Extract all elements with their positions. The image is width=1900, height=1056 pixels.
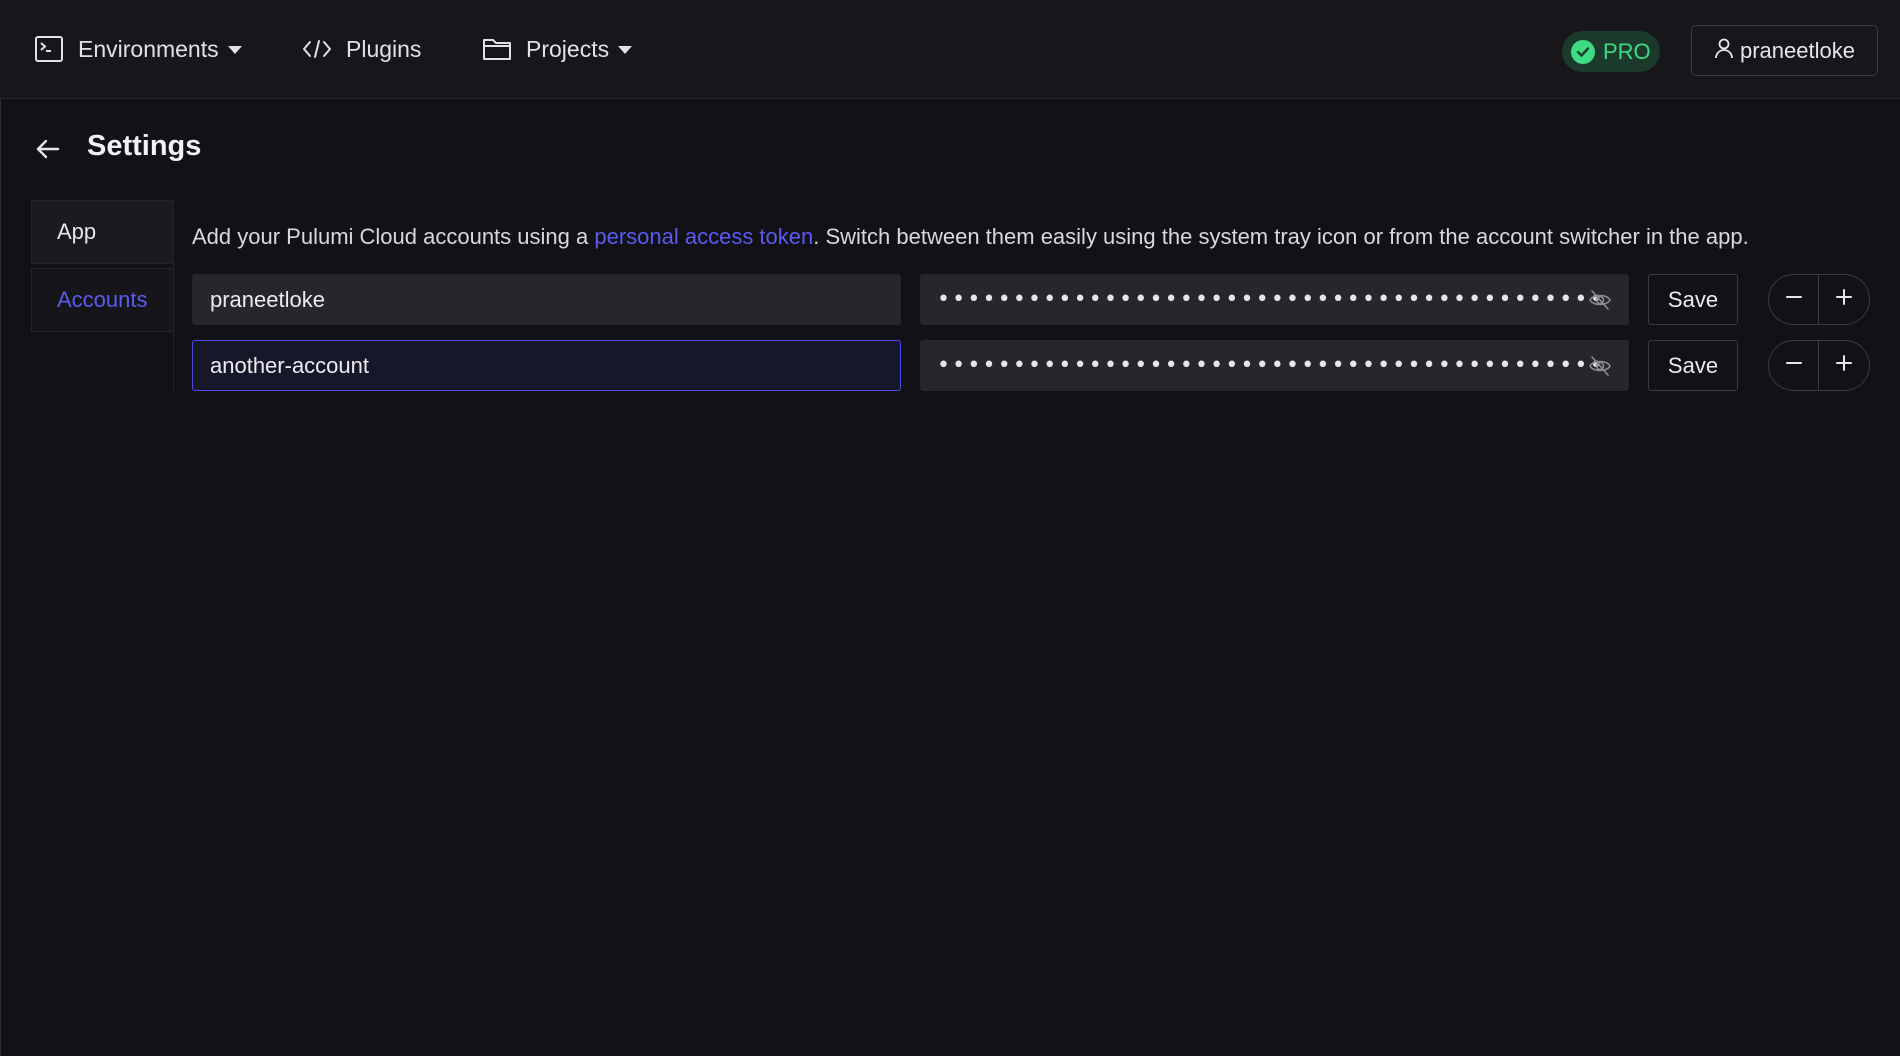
account-name-input[interactable] (192, 340, 901, 391)
folder-icon (482, 36, 512, 62)
user-account-button[interactable]: praneetloke (1691, 25, 1878, 76)
top-navigation-bar: Environments Plugins Projects PRO pranee… (0, 0, 1900, 99)
description-text: . Switch between them easily using the s… (813, 224, 1749, 249)
accounts-description: Add your Pulumi Cloud accounts using a p… (192, 224, 1749, 250)
plugins-label: Plugins (346, 35, 422, 62)
add-account-button[interactable] (1819, 275, 1869, 324)
access-token-field[interactable]: ••••••••••••••••••••••••••••••••••••••••… (920, 274, 1629, 325)
remove-account-button[interactable] (1769, 341, 1819, 390)
minus-icon (1785, 288, 1803, 311)
save-button[interactable]: Save (1648, 274, 1738, 325)
environments-label: Environments (78, 35, 219, 62)
remove-account-button[interactable] (1769, 275, 1819, 324)
minus-icon (1785, 354, 1803, 377)
pro-label: PRO (1603, 38, 1651, 64)
access-token-field[interactable]: ••••••••••••••••••••••••••••••••••••••••… (920, 340, 1629, 391)
chevron-down-icon (618, 46, 633, 54)
description-text: Add your Pulumi Cloud accounts using a (192, 224, 595, 249)
account-row: ••••••••••••••••••••••••••••••••••••••••… (0, 340, 1900, 392)
save-button[interactable]: Save (1648, 340, 1738, 391)
projects-label: Projects (526, 35, 610, 62)
code-icon (302, 37, 332, 61)
token-masked-value: ••••••••••••••••••••••••••••••••••••••••… (937, 352, 1605, 378)
arrow-left-icon (33, 139, 63, 168)
account-name-input[interactable] (192, 274, 901, 325)
token-masked-value: ••••••••••••••••••••••••••••••••••••••••… (937, 286, 1605, 312)
terminal-icon (34, 35, 64, 63)
sidebar-item-app[interactable]: App (31, 200, 174, 264)
sidebar-item-label: App (57, 219, 97, 244)
window-edge (0, 0, 1, 1056)
account-row-stepper (1768, 274, 1870, 325)
environments-menu[interactable]: Environments (34, 30, 242, 68)
page-title: Settings (87, 130, 202, 162)
chevron-down-icon (227, 46, 242, 54)
eye-off-icon[interactable] (1588, 355, 1612, 377)
personal-access-token-link[interactable]: personal access token (594, 224, 813, 249)
check-circle-icon (1571, 39, 1595, 64)
user-icon (1714, 37, 1740, 65)
add-account-button[interactable] (1819, 341, 1869, 390)
account-row-stepper (1768, 340, 1870, 391)
projects-menu[interactable]: Projects (482, 30, 633, 68)
eye-off-icon[interactable] (1588, 289, 1612, 311)
plus-icon (1835, 288, 1853, 311)
account-row: ••••••••••••••••••••••••••••••••••••••••… (0, 274, 1900, 326)
plus-icon (1835, 354, 1853, 377)
back-button[interactable] (33, 134, 63, 164)
pro-badge: PRO (1562, 31, 1660, 72)
plugins-link[interactable]: Plugins (302, 30, 421, 68)
user-name: praneetloke (1740, 37, 1855, 63)
